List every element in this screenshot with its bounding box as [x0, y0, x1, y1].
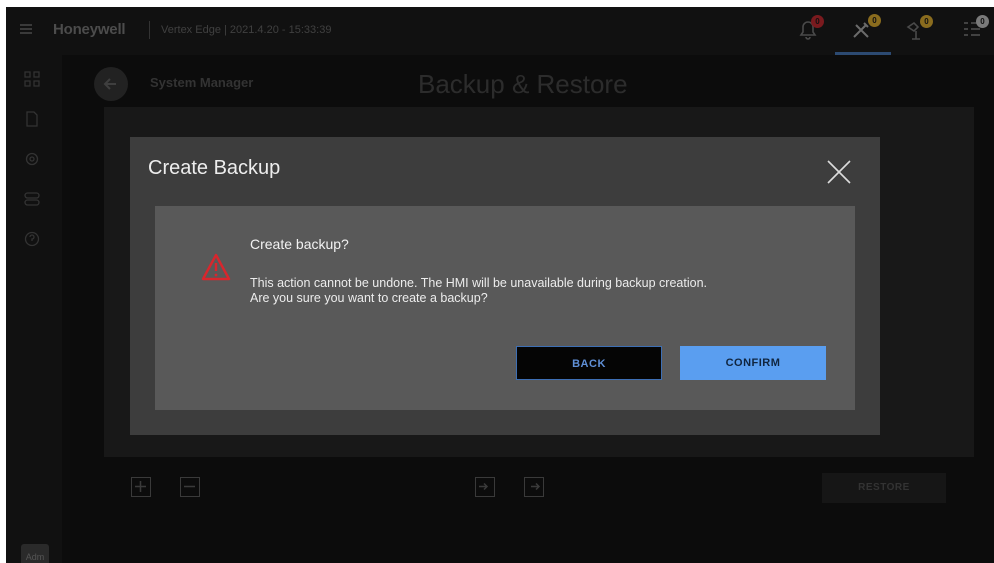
- add-icon[interactable]: [131, 477, 151, 497]
- confirmation-dialog: Create backup? This action cannot be und…: [155, 206, 855, 410]
- list-icon[interactable]: 0: [956, 13, 989, 45]
- devices-badge: 0: [920, 15, 933, 28]
- help-icon[interactable]: [24, 231, 40, 247]
- page-title: Backup & Restore: [418, 69, 628, 99]
- menu-icon[interactable]: [20, 24, 32, 34]
- restore-button[interactable]: RESTORE: [822, 473, 946, 503]
- warning-icon: [201, 253, 231, 281]
- create-backup-modal: Create Backup Create backup? This action…: [130, 137, 880, 435]
- message-line: Are you sure you want to create a backup…: [250, 291, 488, 305]
- bell-icon[interactable]: 0: [792, 13, 824, 45]
- document-icon[interactable]: [24, 111, 40, 127]
- import-icon[interactable]: [475, 477, 495, 497]
- grid-icon[interactable]: [24, 71, 40, 87]
- top-bar: Honeywell Vertex Edge | 2021.4.20 - 15:3…: [6, 7, 994, 55]
- remove-icon[interactable]: [180, 477, 200, 497]
- list-badge: 0: [976, 15, 989, 28]
- divider: [149, 21, 150, 39]
- settings-icon[interactable]: [24, 151, 40, 167]
- tools-badge: 0: [868, 14, 881, 27]
- system-info: Vertex Edge | 2021.4.20 - 15:33:39: [161, 24, 332, 36]
- app-window: Honeywell Vertex Edge | 2021.4.20 - 15:3…: [6, 7, 994, 563]
- export-icon[interactable]: [524, 477, 544, 497]
- notification-badge: 0: [811, 15, 824, 28]
- sidebar: Adm: [6, 55, 62, 563]
- brand-logo: Honeywell: [53, 21, 126, 38]
- active-tab-indicator: [835, 52, 891, 55]
- toggles-icon[interactable]: [24, 191, 40, 207]
- devices-icon[interactable]: 0: [900, 13, 933, 45]
- back-arrow-icon[interactable]: [94, 67, 128, 101]
- confirm-button[interactable]: CONFIRM: [680, 346, 826, 380]
- close-icon[interactable]: [824, 157, 854, 187]
- tools-icon[interactable]: 0: [846, 13, 881, 45]
- message-line: This action cannot be undone. The HMI wi…: [250, 276, 707, 290]
- avatar[interactable]: Adm: [21, 544, 49, 563]
- modal-title: Create Backup: [148, 157, 281, 179]
- breadcrumb[interactable]: System Manager: [150, 75, 253, 90]
- dialog-heading: Create backup?: [250, 236, 349, 252]
- back-button[interactable]: BACK: [516, 346, 662, 380]
- dialog-message: This action cannot be undone. The HMI wi…: [250, 276, 840, 306]
